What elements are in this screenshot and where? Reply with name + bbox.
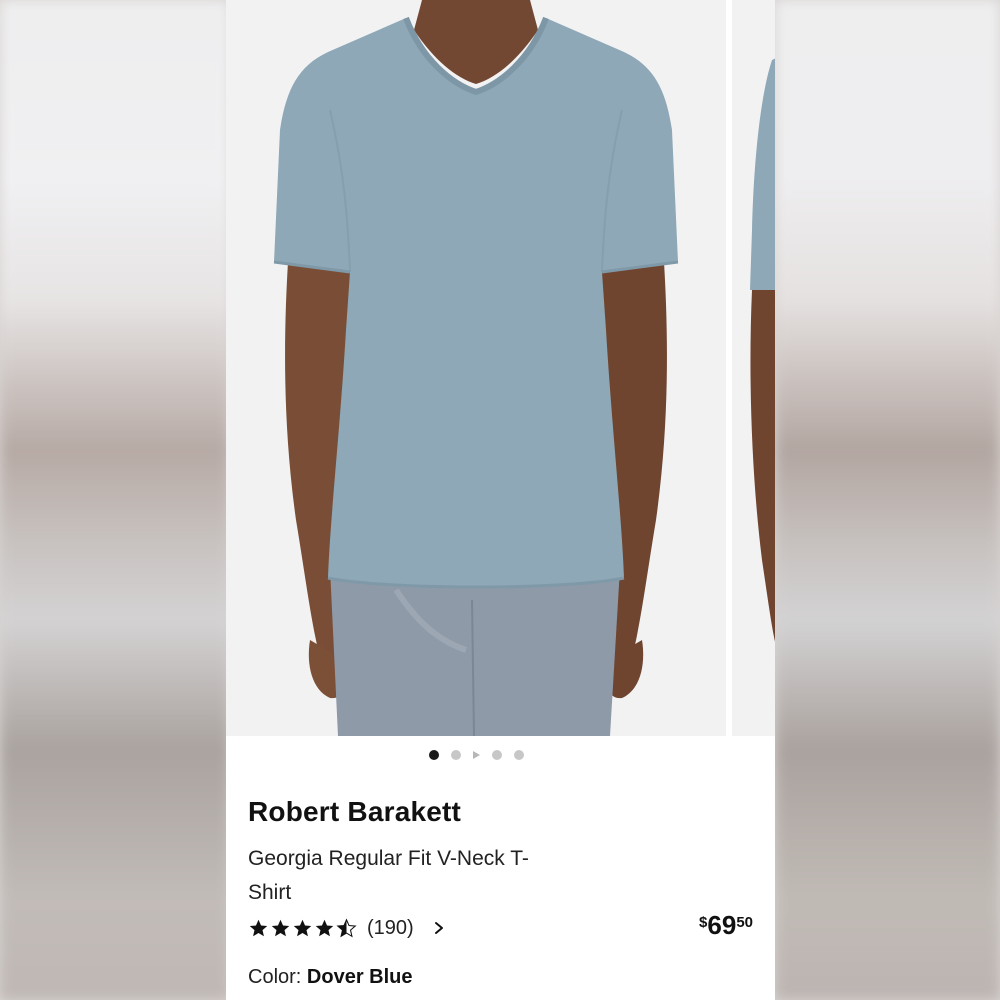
star-icon	[249, 919, 268, 936]
product-title: Georgia Regular Fit V-Neck T-Shirt	[248, 847, 529, 904]
background-blur-right	[775, 0, 1000, 1000]
play-icon[interactable]	[472, 751, 480, 759]
pagination-dot[interactable]	[513, 750, 524, 760]
image-carousel[interactable]	[226, 0, 775, 736]
model-photo	[226, 0, 726, 736]
product-page: Robert Barakett Georgia Regular Fit V-Ne…	[226, 0, 775, 1000]
star-icon	[271, 919, 290, 936]
pagination-dot[interactable]	[450, 750, 461, 760]
chevron-right-icon[interactable]	[432, 921, 446, 935]
pagination-dot-active[interactable]	[428, 750, 439, 760]
background-blur-left	[0, 0, 230, 1000]
color-value: Dover Blue	[306, 966, 413, 988]
color-label: Color:	[248, 966, 307, 988]
pagination-dot[interactable]	[491, 750, 502, 760]
half-star-icon	[336, 917, 357, 937]
star-rating	[248, 917, 357, 939]
price: $ 69 50	[699, 908, 753, 942]
price-cents: 50	[736, 914, 753, 931]
carousel-pagination[interactable]	[226, 749, 726, 761]
product-image[interactable]	[226, 0, 726, 736]
next-product-image-peek[interactable]	[732, 0, 775, 736]
price-currency: $	[699, 914, 708, 931]
star-icon	[293, 919, 312, 936]
next-model-photo	[732, 0, 775, 736]
review-count[interactable]: (190)	[367, 917, 414, 940]
rating-summary[interactable]: (190)	[248, 913, 446, 943]
selected-color: Color: Dover Blue	[248, 966, 413, 989]
price-dollars: 69	[707, 910, 737, 940]
brand-name[interactable]: Robert Barakett	[248, 796, 461, 828]
star-icon	[315, 919, 334, 936]
